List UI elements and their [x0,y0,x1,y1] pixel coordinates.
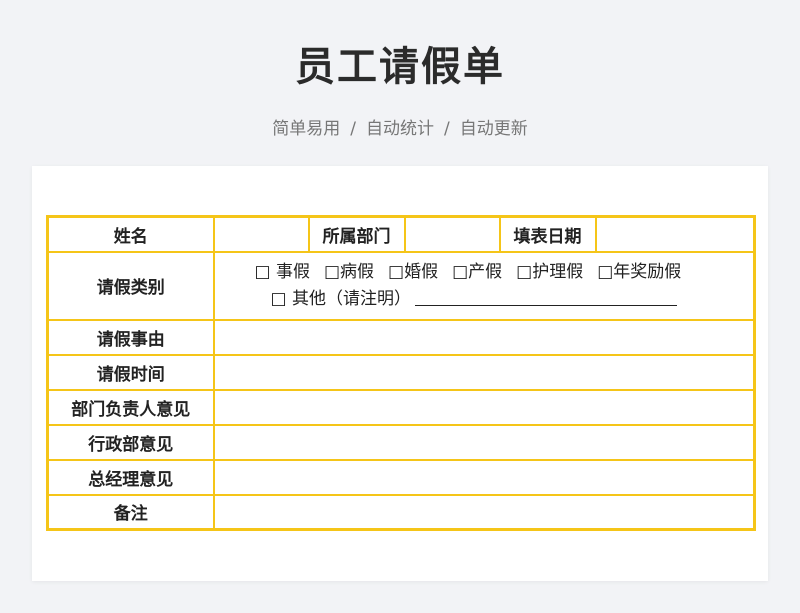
checkbox-annual-leave[interactable]: □年奖励假 [597,262,681,282]
table-row: 部门负责人意见 [46,388,756,426]
row-label: 请假时间 [46,353,215,391]
checkbox-other-leave[interactable]: □ 其他（请注明） [271,289,411,309]
checkbox-maternity-leave[interactable]: □产假 [452,262,502,282]
subtitle-separator: / [444,119,450,139]
leave-form-table: 姓名 所属部门 填表日期 请假类别 □ 事假 □病假 □婚假 □产假 □护理假 □年奖励假… [46,215,756,531]
gm-opinion-field[interactable] [212,458,756,496]
row-label: 总经理意见 [46,458,215,496]
row-label: 行政部意见 [46,423,215,461]
leave-type-options: □ 事假 □病假 □婚假 □产假 □护理假 □年奖励假 □ 其他（请注明） [212,250,756,321]
name-field[interactable] [212,215,310,253]
table-row-leave-type: 请假类别 □ 事假 □病假 □婚假 □产假 □护理假 □年奖励假 □ 其他（请注明） [46,250,756,321]
form-card: 姓名 所属部门 填表日期 请假类别 □ 事假 □病假 □婚假 □产假 □护理假 □年奖励假… [32,166,768,581]
subtitle-item-update: 自动更新 [459,119,528,139]
table-row: 请假时间 [46,353,756,391]
admin-opinion-field[interactable] [212,423,756,461]
remarks-field[interactable] [212,493,756,531]
dept-field[interactable] [403,215,501,253]
date-field[interactable] [594,215,756,253]
checkbox-personal-leave[interactable]: □ 事假 [255,262,310,282]
subtitle-item-stats: 自动统计 [366,119,434,139]
checkbox-sick-leave[interactable]: □病假 [324,262,374,282]
dept-label: 所属部门 [307,215,406,253]
checkbox-marriage-leave[interactable]: □婚假 [388,262,438,282]
table-row: 请假事由 [46,318,756,356]
leave-time-field[interactable] [212,353,756,391]
subtitle-separator: / [350,119,356,139]
table-row: 备注 [46,493,756,531]
subtitle-item-easy: 简单易用 [272,119,341,139]
name-label: 姓名 [46,215,215,253]
page-subtitle: 简单易用 / 自动统计 / 自动更新 [0,114,800,139]
other-reason-blank[interactable] [414,288,677,306]
dept-head-opinion-field[interactable] [212,388,756,426]
leave-type-label: 请假类别 [46,250,215,321]
checkbox-care-leave[interactable]: □护理假 [516,262,583,282]
date-label: 填表日期 [498,215,597,253]
table-row: 总经理意见 [46,458,756,496]
row-label: 备注 [46,493,215,531]
table-row-name: 姓名 所属部门 填表日期 [46,215,756,253]
row-label: 部门负责人意见 [46,388,215,426]
table-row: 行政部意见 [46,423,756,461]
row-label: 请假事由 [46,318,215,356]
reason-field[interactable] [212,318,756,356]
page-title: 员工请假单 [295,44,505,90]
